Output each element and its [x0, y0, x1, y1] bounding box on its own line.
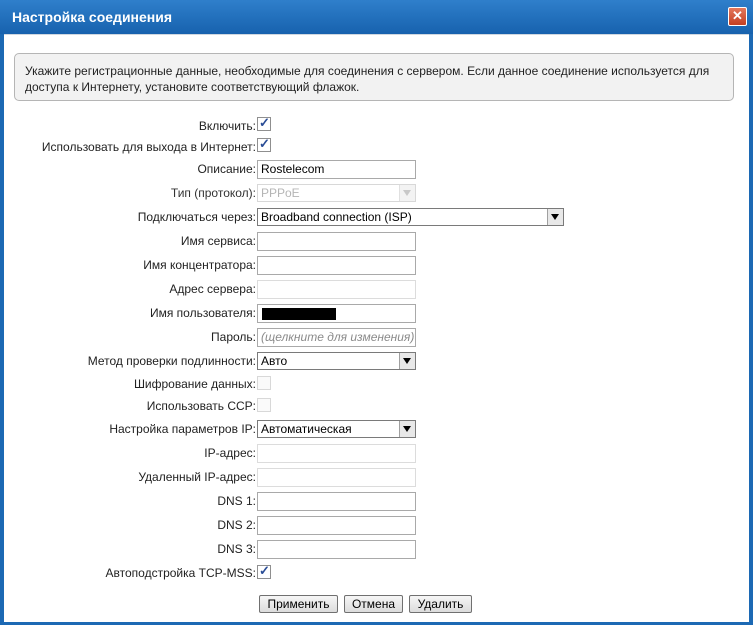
service-name-label: Имя сервиса: [180, 234, 256, 248]
row-username: Имя пользователя: [4, 302, 749, 324]
use-internet-checkbox[interactable] [257, 136, 271, 152]
row-use-internet: Использовать для выхода в Интернет: [4, 136, 749, 158]
row-remote-ip: Удаленный IP-адрес: [4, 466, 749, 488]
apply-button[interactable]: Применить [259, 595, 338, 613]
row-service-name: Имя сервиса: [4, 230, 749, 252]
dns1-label: DNS 1: [217, 494, 256, 508]
ip-settings-select[interactable]: Автоматическая [257, 420, 416, 438]
row-type: Тип (протокол): PPPoE [4, 182, 749, 204]
type-label: Тип (протокол): [170, 186, 256, 200]
close-icon[interactable]: ✕ [728, 7, 747, 26]
connect-via-label: Подключаться через: [137, 210, 256, 224]
row-dns1: DNS 1: [4, 490, 749, 512]
dns3-input[interactable] [257, 540, 416, 559]
enable-label: Включить: [198, 119, 256, 133]
row-use-ccp: Использовать CCP: [4, 395, 749, 417]
remote-ip-input[interactable] [257, 468, 416, 487]
type-select-value: PPPoE [261, 186, 300, 200]
row-ip-address: IP-адрес: [4, 442, 749, 464]
auth-method-label: Метод проверки подлинности: [87, 354, 256, 368]
enable-checkbox[interactable] [257, 115, 271, 131]
row-password: Пароль: (щелкните для изменения) [4, 326, 749, 348]
dns2-input[interactable] [257, 516, 416, 535]
server-address-label: Адрес сервера: [169, 282, 256, 296]
row-tcp-mss: Автоподстройка TCP-MSS: [4, 562, 749, 584]
connect-via-select[interactable]: Broadband connection (ISP) [257, 208, 564, 226]
chevron-down-icon [547, 209, 563, 225]
password-input[interactable]: (щелкните для изменения) [257, 328, 416, 347]
row-dns2: DNS 2: [4, 514, 749, 536]
chevron-down-icon [399, 353, 415, 369]
dns2-label: DNS 2: [217, 518, 256, 532]
row-connect-via: Подключаться через: Broadband connection… [4, 206, 749, 228]
dialog-content: Укажите регистрационные данные, необходи… [4, 34, 749, 622]
row-description: Описание: Rostelecom [4, 158, 749, 180]
row-concentrator-name: Имя концентратора: [4, 254, 749, 276]
auth-method-select[interactable]: Авто [257, 352, 416, 370]
service-name-input[interactable] [257, 232, 416, 251]
cancel-button[interactable]: Отмена [344, 595, 403, 613]
username-input[interactable] [257, 304, 416, 323]
dns1-input[interactable] [257, 492, 416, 511]
connect-via-select-value: Broadband connection (ISP) [261, 210, 412, 224]
connection-settings-window: Настройка соединения ✕ Укажите регистрац… [0, 0, 753, 625]
redacted-username [262, 308, 336, 320]
tcp-mss-checkbox[interactable] [257, 563, 271, 579]
row-dns3: DNS 3: [4, 538, 749, 560]
info-message: Укажите регистрационные данные, необходи… [14, 53, 734, 101]
password-label: Пароль: [211, 330, 256, 344]
server-address-input[interactable] [257, 280, 416, 299]
row-auth-method: Метод проверки подлинности: Авто [4, 350, 749, 372]
ip-settings-label: Настройка параметров IP: [109, 422, 256, 436]
use-internet-label: Использовать для выхода в Интернет: [41, 140, 256, 154]
tcp-mss-label: Автоподстройка TCP-MSS: [105, 566, 256, 580]
type-select[interactable]: PPPoE [257, 184, 416, 202]
username-label: Имя пользователя: [149, 306, 256, 320]
dns3-label: DNS 3: [217, 542, 256, 556]
use-ccp-checkbox[interactable] [257, 398, 271, 412]
delete-button[interactable]: Удалить [409, 595, 472, 613]
description-input[interactable]: Rostelecom [257, 160, 416, 179]
concentrator-name-input[interactable] [257, 256, 416, 275]
window-title: Настройка соединения [12, 9, 173, 25]
remote-ip-label: Удаленный IP-адрес: [138, 470, 256, 484]
row-ip-settings: Настройка параметров IP: Автоматическая [4, 418, 749, 440]
concentrator-name-label: Имя концентратора: [143, 258, 256, 272]
description-label: Описание: [197, 162, 256, 176]
use-ccp-label: Использовать CCP: [146, 399, 256, 413]
auth-method-select-value: Авто [261, 354, 288, 368]
title-bar: Настройка соединения ✕ [0, 0, 753, 34]
row-encryption: Шифрование данных: [4, 373, 749, 395]
ip-address-label: IP-адрес: [204, 446, 256, 460]
row-enable: Включить: [4, 115, 749, 137]
row-server-address: Адрес сервера: [4, 278, 749, 300]
chevron-down-icon [399, 421, 415, 437]
encryption-label: Шифрование данных: [133, 377, 256, 391]
chevron-down-icon [399, 185, 415, 201]
ip-settings-select-value: Автоматическая [261, 422, 352, 436]
encryption-checkbox[interactable] [257, 376, 271, 390]
ip-address-input[interactable] [257, 444, 416, 463]
